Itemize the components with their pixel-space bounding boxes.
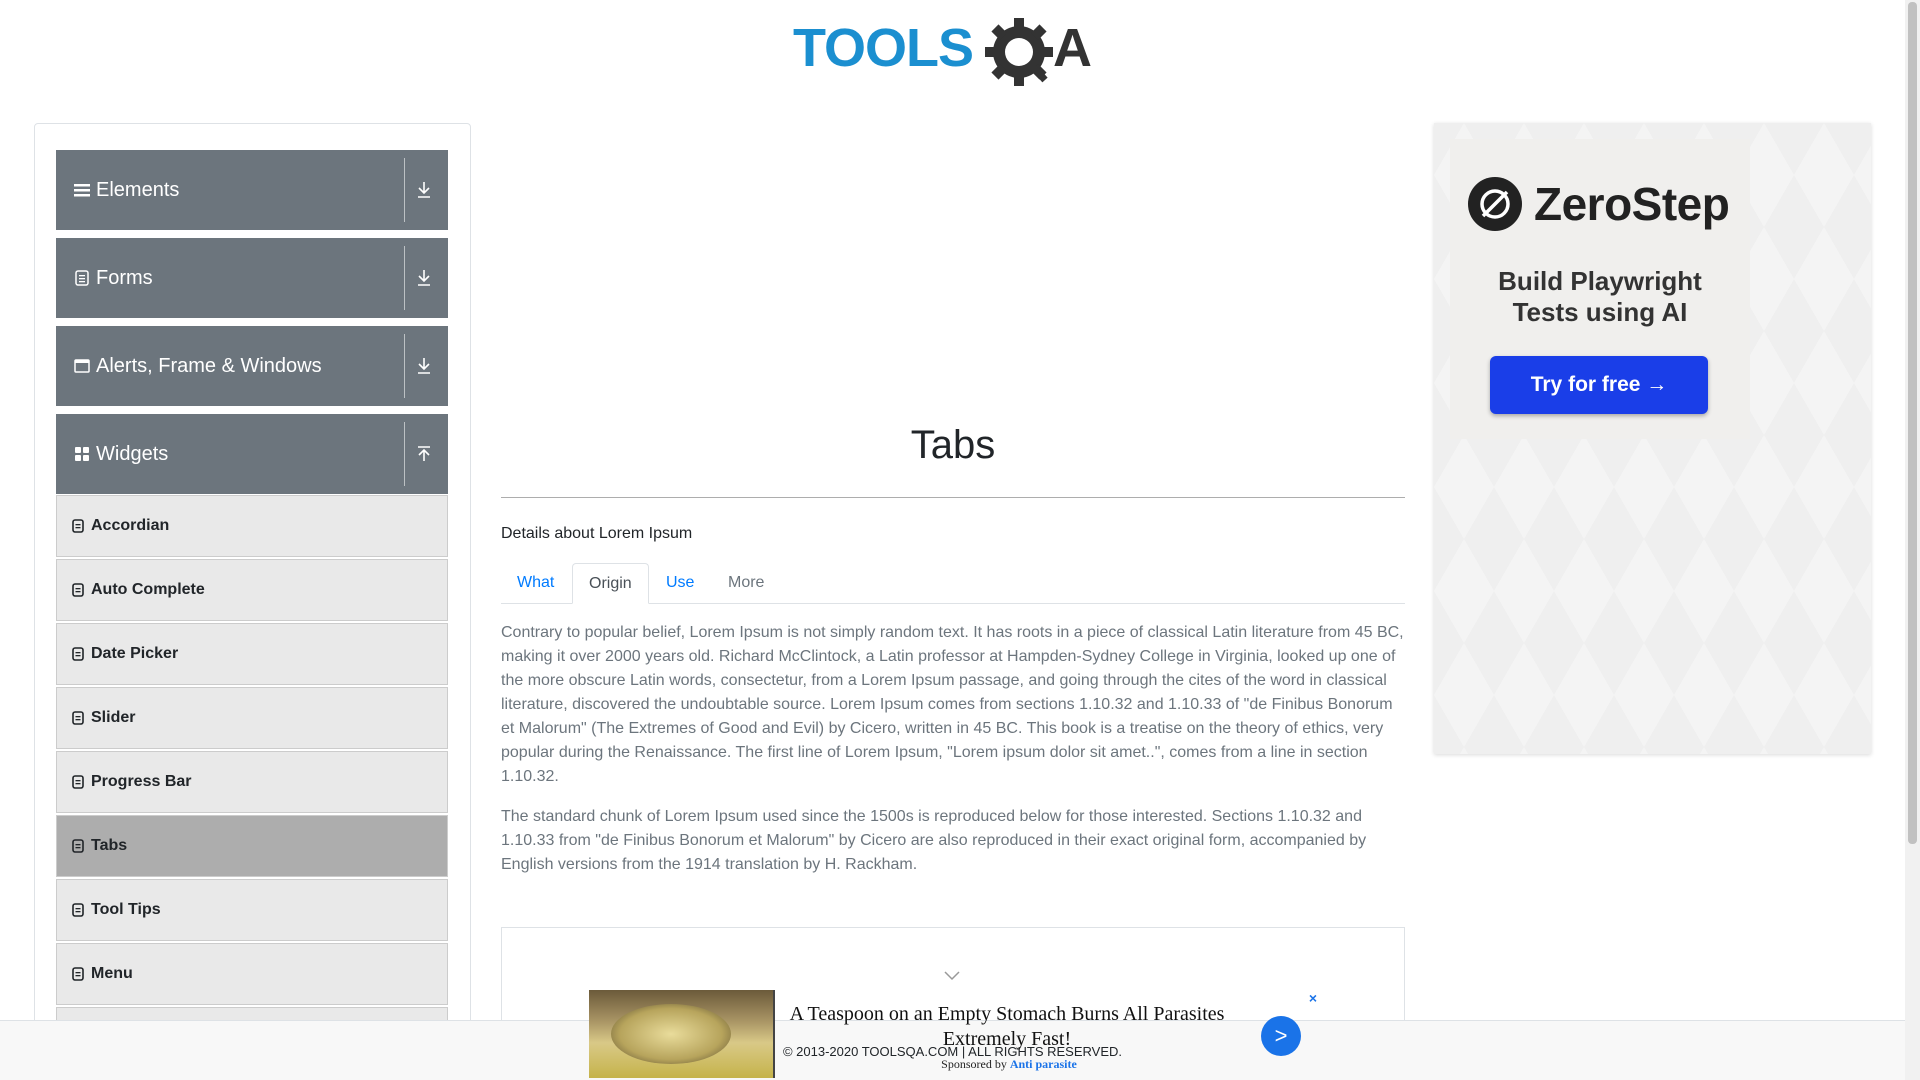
origin-paragraph-1: Contrary to popular belief, Lorem Ipsum …	[501, 624, 1404, 785]
sidebar-item-label: Date Picker	[91, 645, 179, 662]
hamburger-icon	[74, 182, 90, 198]
sidebar-item-auto-complete[interactable]: Auto Complete	[56, 559, 448, 621]
zerostep-ad-card[interactable]: ZeroStep Build Playwright Tests using AI…	[1450, 139, 1750, 439]
sidebar-item-label: Menu	[91, 965, 133, 982]
gear-icon	[985, 18, 1053, 86]
divider	[404, 334, 405, 398]
header: TOOLS A	[0, 0, 1905, 100]
sidebar-group-label: Forms	[96, 266, 153, 289]
close-icon[interactable]: ×	[1309, 990, 1317, 1006]
tab-use[interactable]: Use	[650, 563, 710, 604]
sidebar-item-tool-tips[interactable]: Tool Tips	[56, 879, 448, 941]
item-icon	[72, 967, 84, 981]
bowl-image	[611, 1004, 731, 1064]
zerostep-tagline-line1: Build Playwright	[1498, 266, 1702, 296]
item-icon	[72, 839, 84, 853]
left-sidebar: Elements Forms Alerts, Frame & Windows W…	[34, 123, 471, 1080]
tab-more: More	[728, 574, 765, 591]
divider	[404, 246, 405, 310]
grid-icon	[74, 446, 90, 462]
sidebar-item-label: Accordian	[91, 517, 170, 534]
sidebar-group-label: Alerts, Frame & Windows	[96, 354, 322, 377]
zerostep-tagline-line2: Tests using AI	[1512, 297, 1688, 327]
sponsor-link[interactable]: Anti parasite	[1010, 1057, 1077, 1071]
logo-text-tools: TOOLS	[793, 18, 973, 78]
zerostep-name: ZeroStep	[1534, 178, 1730, 230]
page-title: Tabs	[910, 423, 996, 467]
upload-arrow-icon[interactable]	[410, 440, 438, 468]
origin-paragraph-2: The standard chunk of Lorem Ipsum used s…	[501, 808, 1367, 873]
sidebar-item-date-picker[interactable]: Date Picker	[56, 623, 448, 685]
sidebar-group-forms[interactable]: Forms	[56, 238, 448, 318]
zerostep-tagline: Build Playwright Tests using AI	[1450, 266, 1750, 328]
tab-what[interactable]: What	[501, 563, 570, 604]
item-icon	[72, 647, 84, 661]
sidebar-item-label: Slider	[91, 709, 136, 726]
sidebar-item-tabs[interactable]: Tabs	[56, 815, 448, 877]
zerostep-logo-icon	[1468, 177, 1522, 231]
tab-bar: What Origin Use More	[501, 563, 1405, 604]
right-advertisement[interactable]: ZeroStep Build Playwright Tests using AI…	[1434, 123, 1871, 754]
scrollbar-thumb[interactable]	[1908, 2, 1917, 844]
item-icon	[72, 519, 84, 533]
sidebar-group-alerts-frame-windows[interactable]: Alerts, Frame & Windows	[56, 326, 448, 406]
toolsqa-logo[interactable]: TOOLS A	[791, 14, 1116, 90]
title-divider	[501, 497, 1405, 498]
bottom-sponsored-ad[interactable]: A Teaspoon on an Empty Stomach Burns All…	[589, 990, 1317, 1080]
sidebar-item-label: Tabs	[91, 837, 128, 854]
sidebar-group-label: Widgets	[96, 442, 169, 465]
sidebar-group-label: Elements	[96, 178, 180, 201]
download-arrow-icon[interactable]	[410, 176, 438, 204]
ad-image[interactable]	[589, 990, 775, 1078]
sidebar-group-widgets[interactable]: Widgets	[56, 414, 448, 494]
sponsored-by-label: Sponsored by	[941, 1057, 1007, 1071]
sidebar-item-label: Auto Complete	[91, 581, 205, 598]
document-icon	[74, 270, 90, 286]
sidebar-group-elements[interactable]: Elements	[56, 150, 448, 230]
item-icon	[72, 903, 84, 917]
chevron-down-icon[interactable]	[944, 968, 960, 984]
item-icon	[72, 711, 84, 725]
tabs-description: Details about Lorem Ipsum	[501, 525, 693, 542]
ad-sponsor-line: Sponsored by Anti parasite	[829, 1057, 1189, 1072]
ad-next-button[interactable]: >	[1261, 1016, 1301, 1056]
sidebar-item-slider[interactable]: Slider	[56, 687, 448, 749]
scrollbar[interactable]	[1905, 0, 1920, 1080]
try-for-free-button[interactable]: Try for free →	[1490, 356, 1708, 414]
logo-text-a: A	[1053, 18, 1092, 78]
item-icon	[72, 775, 84, 789]
divider	[404, 422, 405, 486]
download-arrow-icon[interactable]	[410, 264, 438, 292]
ad-headline[interactable]: A Teaspoon on an Empty Stomach Burns All…	[787, 1002, 1227, 1052]
tab-origin[interactable]: Origin	[572, 563, 649, 604]
sidebar-item-label: Progress Bar	[91, 773, 192, 790]
sidebar-item-label: Tool Tips	[91, 901, 161, 918]
zerostep-brand: ZeroStep	[1468, 177, 1730, 231]
window-icon	[74, 358, 90, 374]
download-arrow-icon[interactable]	[410, 352, 438, 380]
sidebar-item-menu[interactable]: Menu	[56, 943, 448, 1005]
sidebar-item-accordian[interactable]: Accordian	[56, 495, 448, 557]
sidebar-item-progress-bar[interactable]: Progress Bar	[56, 751, 448, 813]
item-icon	[72, 583, 84, 597]
divider	[404, 158, 405, 222]
